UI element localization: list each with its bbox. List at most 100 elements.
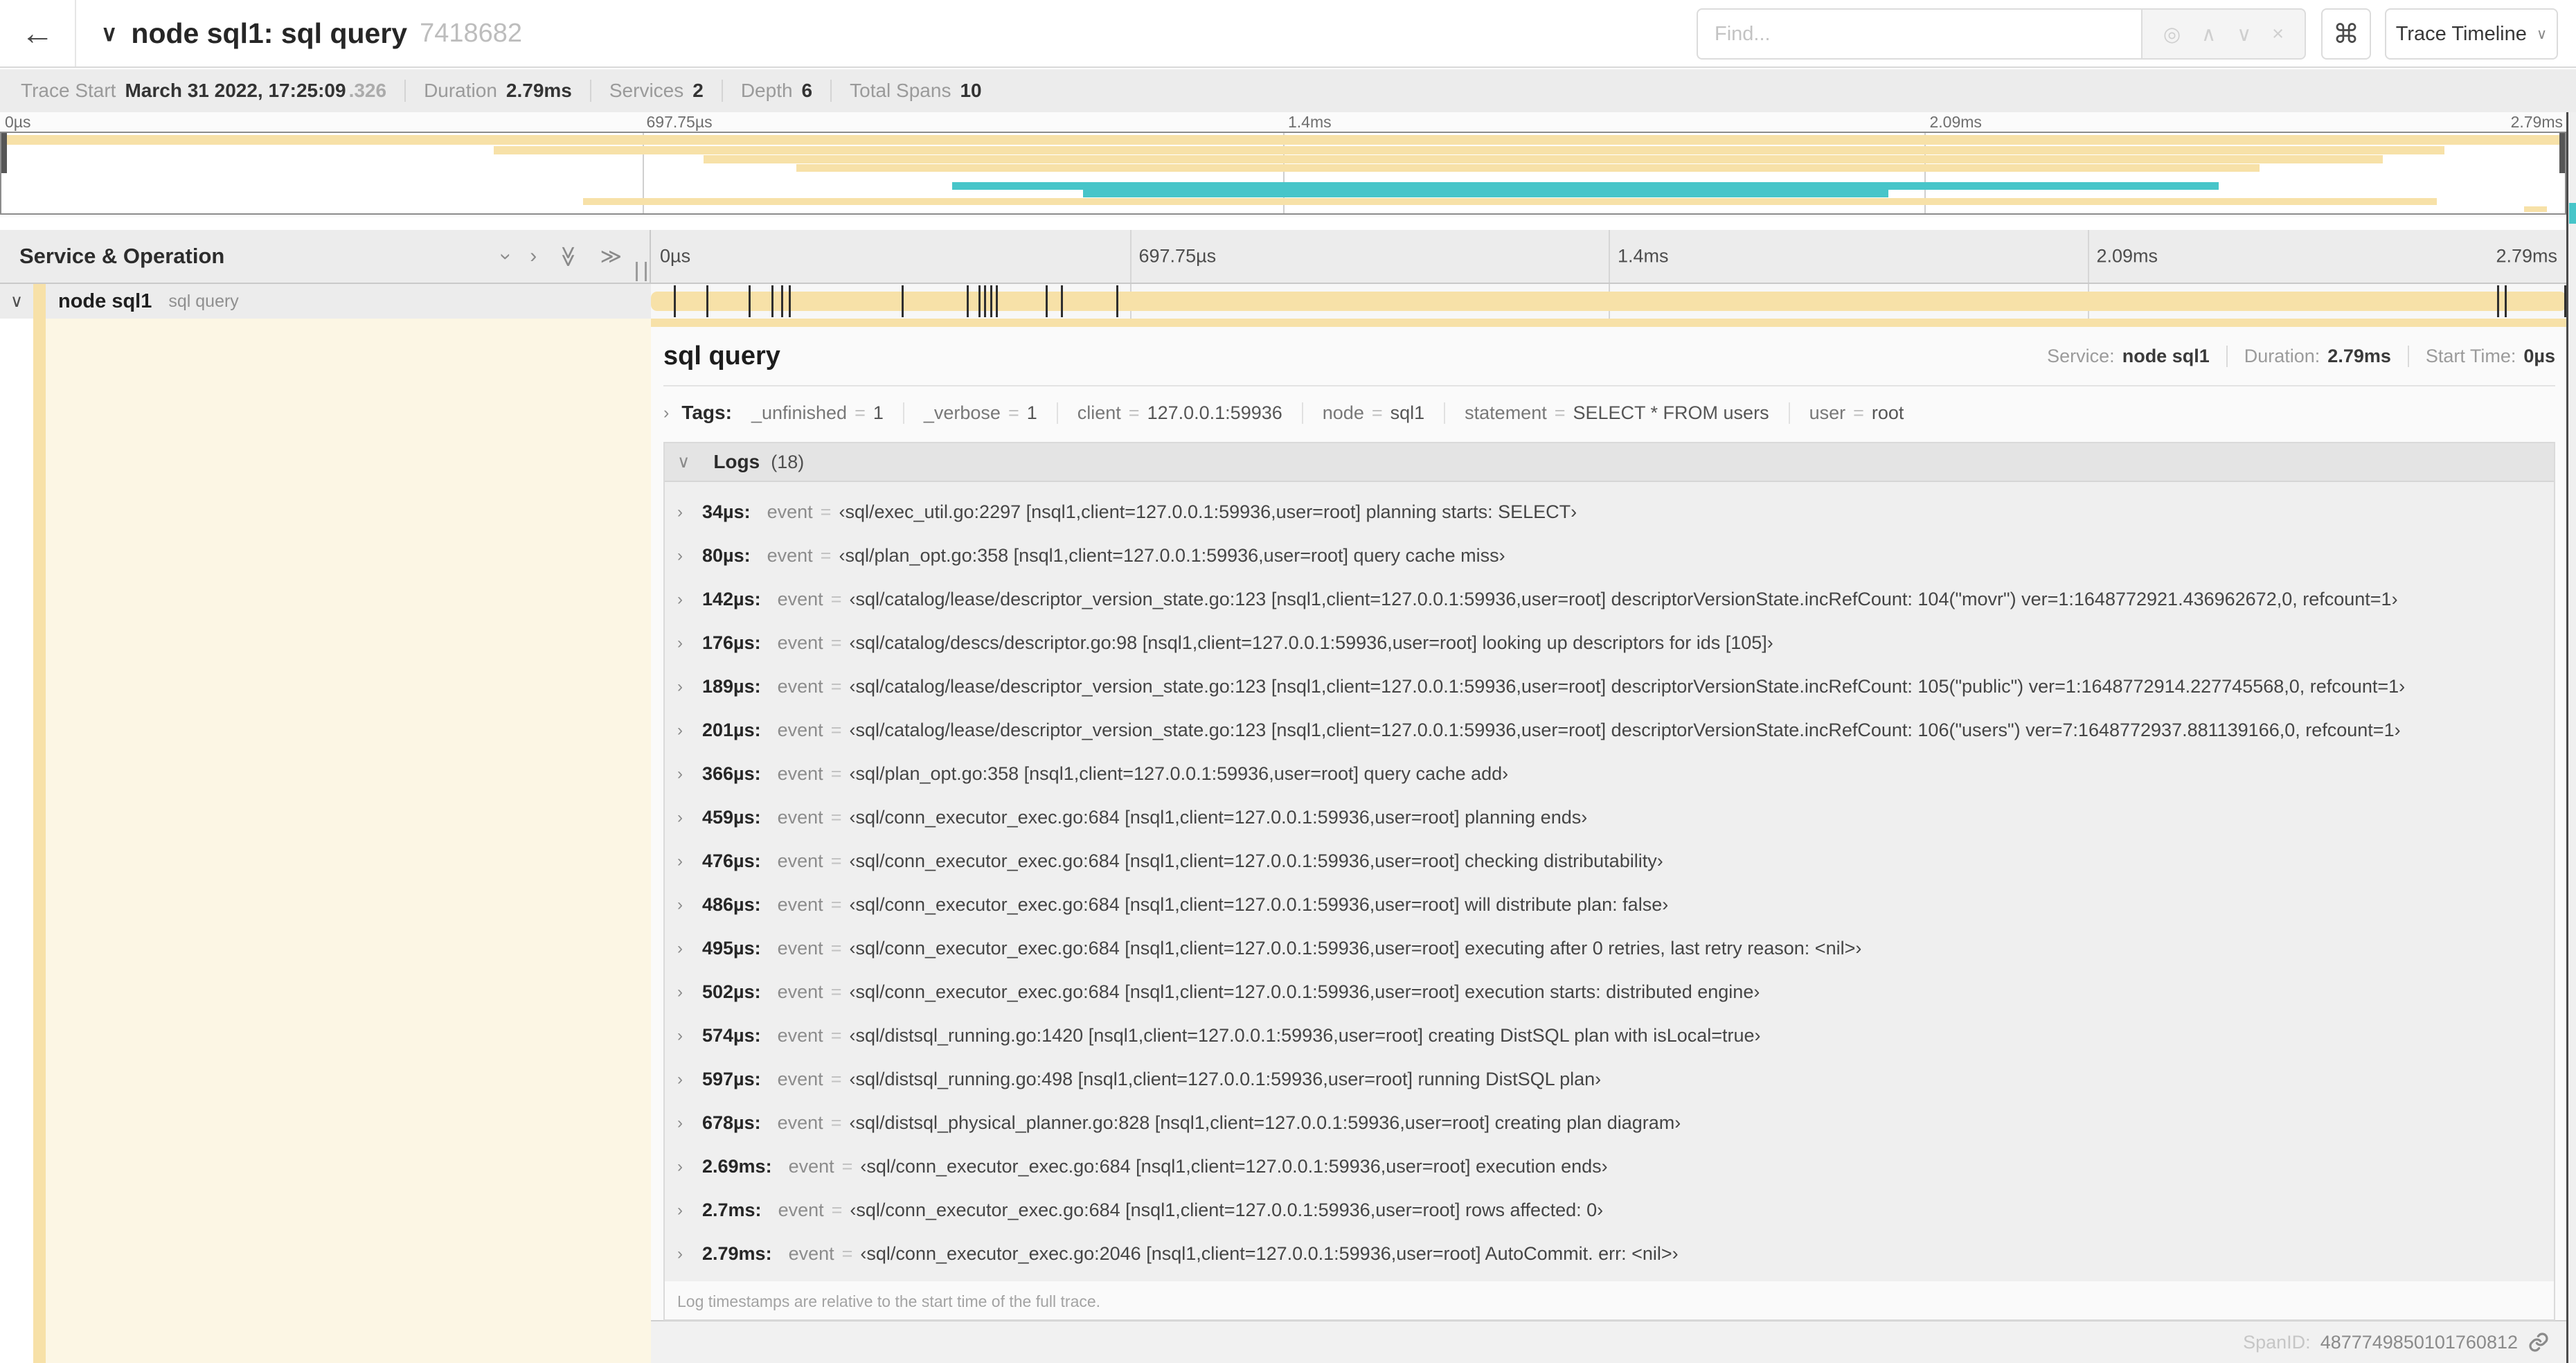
span-id-row: SpanID: 4877749850101760812	[651, 1321, 2566, 1363]
expand-one-icon[interactable]: ›	[530, 244, 537, 269]
log-row[interactable]: › 2.79ms: event = ‹sql/conn_executor_exe…	[665, 1232, 2554, 1276]
log-field-name: event	[777, 850, 823, 871]
log-row[interactable]: › 574µs: event = ‹sql/distsql_running.go…	[665, 1014, 2554, 1058]
equals-sign: =	[855, 402, 866, 423]
duration-value: 2.79ms	[506, 80, 572, 101]
trace-start-fraction: .326	[348, 80, 387, 101]
log-timestamp: 80µs:	[702, 545, 751, 566]
tag-value: 127.0.0.1:59936	[1147, 402, 1282, 423]
log-tick-marker	[1045, 285, 1048, 317]
trace-collapse-chevron-icon[interactable]: ∨	[101, 20, 117, 46]
locate-icon[interactable]: ◎	[2163, 22, 2181, 46]
chevron-right-icon: ›	[677, 764, 683, 783]
log-row[interactable]: › 34µs: event = ‹sql/exec_util.go:2297 […	[665, 490, 2554, 534]
log-value: ‹sql/catalog/lease/descriptor_version_st…	[849, 676, 2406, 697]
log-row[interactable]: › 476µs: event = ‹sql/conn_executor_exec…	[665, 839, 2554, 883]
log-value: ‹sql/catalog/lease/descriptor_version_st…	[849, 589, 2398, 609]
log-timestamp: 574µs:	[702, 1025, 761, 1046]
detail-service-label: Service:	[2047, 345, 2115, 366]
column-resize-grabber[interactable]	[636, 262, 647, 281]
log-field-name: event	[777, 894, 823, 915]
tag-value: root	[1871, 402, 1904, 423]
log-field-name: event	[777, 676, 823, 697]
equals-sign: =	[841, 1243, 853, 1264]
span-operation-title: sql query	[663, 341, 780, 371]
detail-duration-value: 2.79ms	[2327, 345, 2391, 366]
minimap-left-drag-handle[interactable]	[1, 133, 7, 173]
log-tick-marker	[984, 285, 987, 317]
chevron-right-icon: ›	[677, 1026, 683, 1045]
equals-sign: =	[1008, 402, 1019, 423]
log-value: ‹sql/conn_executor_exec.go:684 [nsql1,cl…	[849, 807, 1588, 828]
tags-section-toggle[interactable]: › Tags: _unfinished = 1 _verbose = 1 cli…	[663, 386, 2555, 439]
log-row[interactable]: › 189µs: event = ‹sql/catalog/lease/desc…	[665, 665, 2554, 709]
log-value: ‹sql/conn_executor_exec.go:684 [nsql1,cl…	[860, 1156, 1608, 1177]
span-duration-bar[interactable]	[651, 292, 2566, 311]
chevron-right-icon: ›	[677, 589, 683, 609]
log-row[interactable]: › 2.69ms: event = ‹sql/conn_executor_exe…	[665, 1145, 2554, 1188]
span-row-name-cell[interactable]: ∨ node sql1 sql query	[0, 284, 651, 319]
log-row[interactable]: › 201µs: event = ‹sql/catalog/lease/desc…	[665, 709, 2554, 752]
log-value: ‹sql/exec_util.go:2297 [nsql1,client=127…	[839, 501, 1577, 522]
chevron-right-icon: ›	[677, 546, 683, 565]
span-detail-meta: Service: node sql1 Duration: 2.79ms Star…	[2047, 345, 2555, 367]
chevron-right-icon: ›	[663, 402, 670, 422]
expand-all-icon[interactable]: ≫	[600, 244, 622, 269]
find-controls: ◎ ∧ ∨ ×	[2141, 8, 2306, 60]
detail-duration: Duration: 2.79ms	[2226, 345, 2391, 367]
tag-key: statement	[1465, 402, 1547, 423]
detail-left-column	[0, 319, 651, 1363]
logs-section-toggle[interactable]: ∨ Logs (18)	[665, 443, 2554, 482]
log-row[interactable]: › 80µs: event = ‹sql/plan_opt.go:358 [ns…	[665, 534, 2554, 578]
log-row[interactable]: › 502µs: event = ‹sql/conn_executor_exec…	[665, 970, 2554, 1014]
log-row[interactable]: › 678µs: event = ‹sql/distsql_physical_p…	[665, 1101, 2554, 1145]
command-icon: ⌘	[2333, 19, 2359, 49]
collapse-all-icon[interactable]: ≫	[556, 245, 580, 267]
log-tick-marker	[990, 285, 992, 317]
log-field-name: event	[767, 501, 813, 522]
chevron-right-icon: ›	[677, 982, 683, 1001]
minimap-tick-label: 0µs	[5, 113, 31, 131]
chevron-right-icon: ›	[677, 1200, 683, 1220]
span-expander-chevron-icon[interactable]: ∨	[0, 291, 33, 312]
minimap-canvas[interactable]	[0, 132, 2566, 215]
page-title: node sql1: sql query	[131, 17, 408, 49]
clear-find-icon[interactable]: ×	[2272, 23, 2284, 46]
span-row-timeline-cell	[651, 284, 2567, 319]
link-icon[interactable]	[2528, 1331, 2550, 1353]
log-timestamp: 2.7ms:	[702, 1200, 762, 1220]
log-timestamp: 459µs:	[702, 807, 761, 828]
log-row[interactable]: › 176µs: event = ‹sql/catalog/descs/desc…	[665, 621, 2554, 665]
log-row[interactable]: › 486µs: event = ‹sql/conn_executor_exec…	[665, 883, 2554, 927]
chevron-right-icon: ›	[677, 1113, 683, 1132]
back-button[interactable]: ←	[0, 0, 76, 66]
log-row[interactable]: › 2.7ms: event = ‹sql/conn_executor_exec…	[665, 1188, 2554, 1232]
span-detail-panel: sql query Service: node sql1 Duration: 2…	[651, 319, 2566, 1321]
log-timestamp: 34µs:	[702, 501, 751, 522]
log-field-name: event	[777, 938, 823, 959]
span-detail-content: sql query Service: node sql1 Duration: 2…	[663, 327, 2555, 1321]
equals-sign: =	[830, 1025, 842, 1046]
log-row[interactable]: › 142µs: event = ‹sql/catalog/lease/desc…	[665, 578, 2554, 621]
log-timestamp: 597µs:	[702, 1069, 761, 1089]
log-row[interactable]: › 366µs: event = ‹sql/plan_opt.go:358 [n…	[665, 752, 2554, 796]
trace-view-selector[interactable]: Trace Timeline ∨	[2385, 8, 2558, 60]
log-row[interactable]: › 459µs: event = ‹sql/conn_executor_exec…	[665, 796, 2554, 839]
find-input[interactable]	[1697, 8, 2141, 60]
log-row[interactable]: › 495µs: event = ‹sql/conn_executor_exec…	[665, 927, 2554, 970]
prev-match-icon[interactable]: ∧	[2201, 22, 2216, 46]
log-row[interactable]: › 597µs: event = ‹sql/distsql_running.go…	[665, 1058, 2554, 1101]
depth-label: Depth	[740, 80, 793, 101]
tag-value: sql1	[1390, 402, 1425, 423]
log-timestamp: 176µs:	[702, 632, 761, 653]
log-tick-marker	[2497, 285, 2500, 317]
log-timestamp: 678µs:	[702, 1112, 761, 1133]
log-timestamp: 495µs:	[702, 938, 761, 959]
minimap-right-drag-handle[interactable]	[2559, 133, 2565, 173]
next-match-icon[interactable]: ∨	[2237, 22, 2251, 46]
keyboard-shortcuts-button[interactable]: ⌘	[2321, 8, 2371, 60]
log-field-name: event	[777, 1025, 823, 1046]
span-color-stripe	[33, 319, 46, 1363]
collapse-one-icon[interactable]: ›	[494, 253, 518, 260]
equals-sign: =	[830, 1069, 842, 1089]
